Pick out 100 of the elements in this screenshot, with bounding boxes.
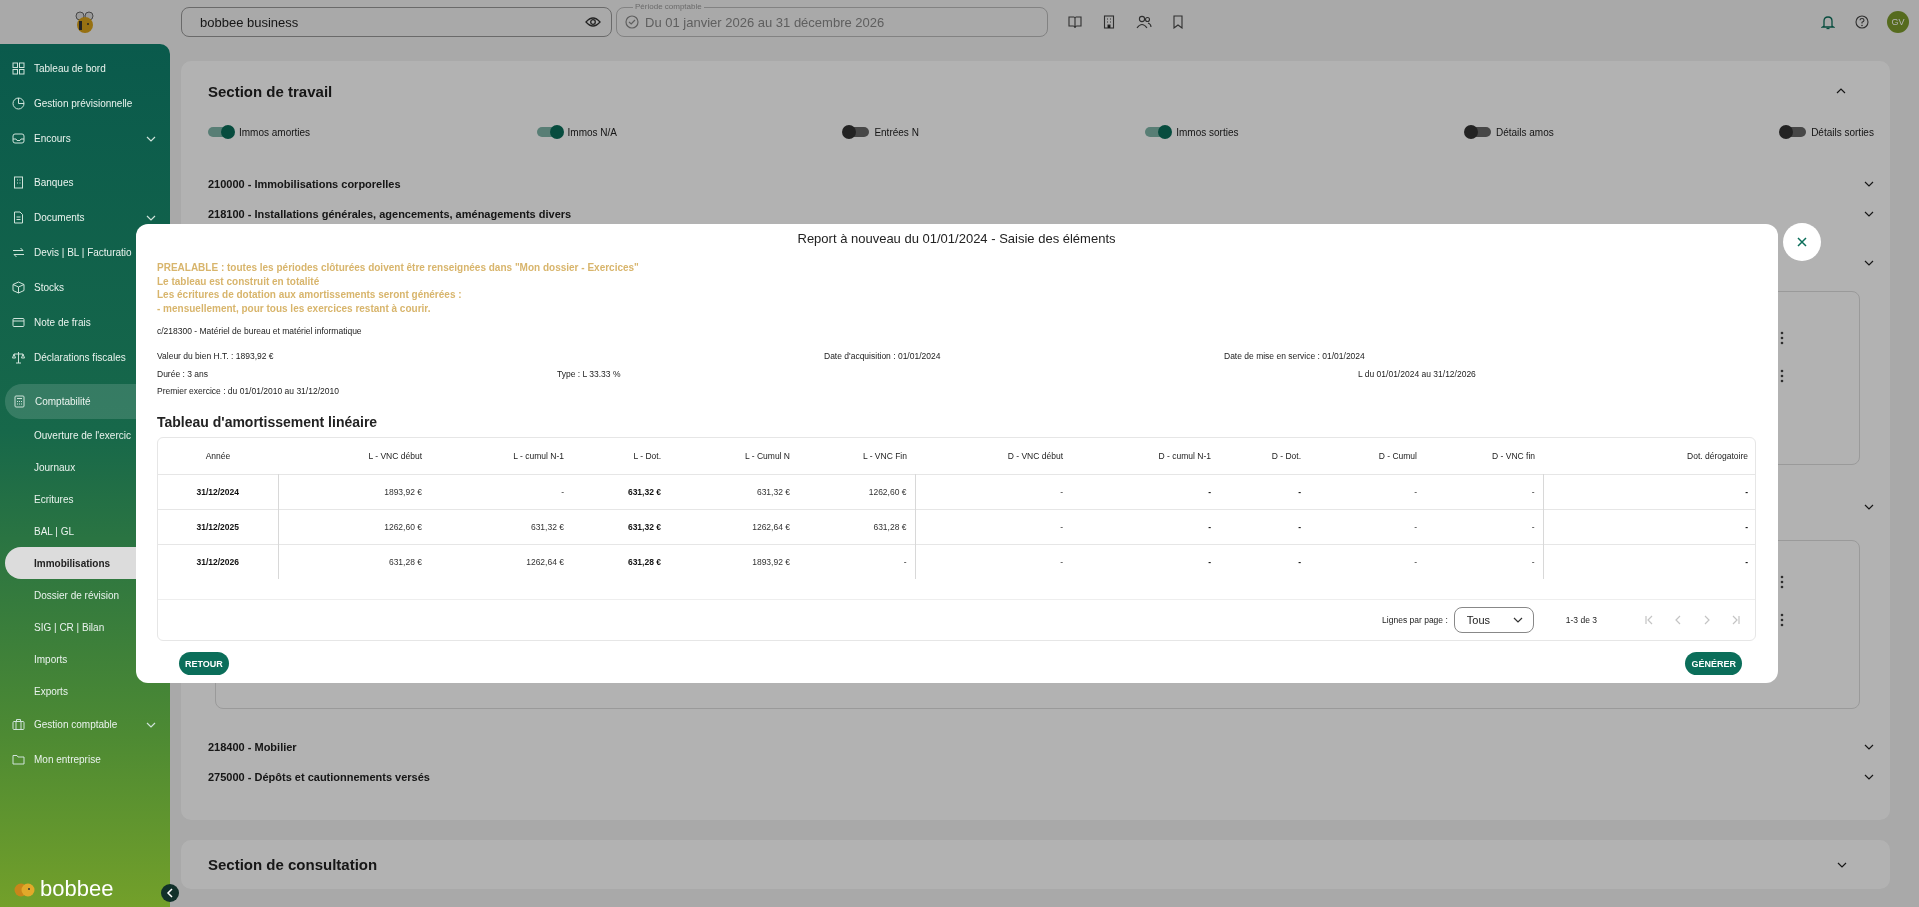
info-text: Date de mise en service : 01/01/2024 (1224, 350, 1366, 362)
sidebar-item[interactable]: Gestion prévisionnelle (0, 86, 170, 121)
table-cell: - (1071, 544, 1219, 579)
sidebar-item[interactable]: Banques (0, 165, 170, 200)
info-text: Type : L 33.33 % (557, 368, 622, 380)
building-icon[interactable] (1102, 15, 1116, 29)
column-header: D - Cumul (1378, 451, 1417, 461)
chevron-down-icon[interactable] (1512, 617, 1523, 623)
kebab-menu-icon[interactable] (1780, 575, 1784, 589)
chevron-down-icon[interactable] (1837, 861, 1847, 868)
chevron-down-icon[interactable] (1864, 744, 1874, 750)
table-cell: - (1071, 474, 1219, 510)
sidebar-item[interactable]: Comptabilité (5, 384, 136, 419)
column-header: D - VNC fin (1492, 451, 1535, 461)
toggle-switch[interactable] (536, 127, 563, 137)
warning-note: PREALABLE : toutes les périodes clôturées doivent être renseignées dans "Mon dossier - Exercices" (157, 261, 640, 275)
scales-icon (12, 351, 25, 364)
users-icon[interactable] (1136, 15, 1152, 29)
rows-per-page-label: Lignes par page : (1382, 615, 1448, 625)
account-row[interactable]: 275000 - Dépôts et cautionnements versés (208, 771, 430, 783)
table-cell: - (1309, 544, 1425, 579)
table-cell: - (1219, 544, 1309, 579)
table-cell: 631,32 € (669, 474, 798, 510)
kebab-menu-icon[interactable] (1780, 613, 1784, 627)
info-text: Premier exercice : du 01/01/2010 au 31/12/2010 (157, 385, 340, 397)
table-cell: 31/12/2025 (158, 509, 278, 545)
kebab-menu-icon[interactable] (1780, 331, 1784, 345)
table-cell: 631,32 € (572, 474, 669, 510)
eye-icon[interactable] (585, 16, 601, 28)
table-cell: 1262,64 € (669, 509, 798, 545)
chevron-down-icon[interactable] (1864, 181, 1874, 187)
folder-icon (12, 753, 25, 766)
sidebar-item[interactable]: Gestion comptable (0, 707, 170, 742)
rows-per-page-select[interactable]: Tous (1453, 607, 1534, 633)
table-cell: 1262,60 € (278, 509, 430, 545)
table-cell: 1262,64 € (430, 544, 572, 579)
back-button[interactable]: RETOUR (179, 652, 229, 675)
table-cell: - (1219, 474, 1309, 510)
table-cell: 1262,60 € (798, 474, 915, 510)
column-header: L - Dot. (633, 451, 661, 461)
account-row[interactable]: 218100 - Installations générales, agencements, aménagements divers (208, 208, 572, 220)
table-cell: 631,32 € (430, 509, 572, 545)
toggle-label: Détails amos (1495, 126, 1554, 138)
table-cell: 31/12/2024 (158, 474, 278, 510)
column-header: Dot. dérogatoire (1687, 451, 1748, 461)
table-title: Tableau d'amortissement linéaire (157, 413, 379, 431)
book-icon[interactable] (1068, 15, 1082, 29)
toggle-label: Entrées N (874, 126, 919, 138)
account-row[interactable]: 218400 - Mobilier (208, 741, 297, 753)
card-icon (12, 316, 25, 329)
chevron-down-icon[interactable] (1864, 504, 1874, 510)
inbox-icon (12, 132, 25, 145)
kebab-menu-icon[interactable] (1780, 369, 1784, 383)
column-header: D - cumul N-1 (1158, 451, 1211, 461)
toggle-switch[interactable] (1780, 127, 1807, 137)
table-cell: - (1309, 474, 1425, 510)
table-cell: - (1425, 474, 1543, 510)
close-icon[interactable] (1797, 237, 1807, 247)
briefcase-icon (12, 718, 25, 731)
table-cell: 31/12/2026 (158, 544, 278, 579)
toggle-label: Immos amorties (239, 126, 311, 138)
chevron-down-icon[interactable] (1864, 211, 1874, 217)
column-header: L - Cumul N (744, 451, 790, 461)
generate-button[interactable]: GÉNÉRER (1685, 652, 1742, 675)
table-cell: 1893,92 € (278, 474, 430, 510)
toggle-switch[interactable] (1145, 127, 1172, 137)
table-cell: 631,28 € (572, 544, 669, 579)
column-header: D - VNC début (1007, 451, 1063, 461)
chevron-up-icon[interactable] (1836, 88, 1846, 94)
toggle-switch[interactable] (208, 127, 234, 137)
help-icon[interactable] (1855, 15, 1869, 29)
bookmark-icon[interactable] (1172, 15, 1184, 29)
bell-icon[interactable] (1821, 14, 1835, 30)
table-cell: - (1543, 509, 1756, 545)
chevron-down-icon[interactable] (1864, 260, 1874, 266)
account-row[interactable]: 210000 - Immobilisations corporelles (208, 178, 401, 190)
sidebar-item[interactable]: Tableau de bord (0, 51, 170, 86)
section-title: Section de travail (208, 82, 333, 100)
toggle-switch[interactable] (843, 127, 870, 137)
info-text: Date d'acquisition : 01/01/2024 (824, 350, 942, 362)
table-cell: - (915, 544, 1071, 579)
toggle-label: Détails sorties (1811, 126, 1874, 138)
check-circle-icon (625, 15, 639, 29)
chevron-left-icon[interactable] (166, 888, 174, 898)
table-cell: - (1071, 509, 1219, 545)
column-header: L - cumul N-1 (513, 451, 564, 461)
sidebar-subitem[interactable]: Exports (0, 675, 170, 707)
chevron-down-icon[interactable] (1864, 774, 1874, 780)
table-cell: - (915, 474, 1071, 510)
cube-icon (12, 281, 25, 294)
sidebar-item[interactable]: Mon entreprise (0, 742, 170, 777)
sidebar-item[interactable]: Encours (0, 121, 170, 156)
collapse-button[interactable] (161, 884, 179, 902)
pie-chart-icon (12, 97, 25, 110)
company-field[interactable]: bobbee business (181, 7, 612, 37)
info-text: L du 01/01/2024 au 31/12/2026 (1358, 368, 1477, 380)
table-cell: - (1219, 509, 1309, 545)
toggle-switch[interactable] (1464, 127, 1491, 137)
sidebar-item[interactable]: Documents (0, 200, 170, 235)
info-text: Valeur du bien H.T. : 1893,92 € (157, 350, 275, 362)
